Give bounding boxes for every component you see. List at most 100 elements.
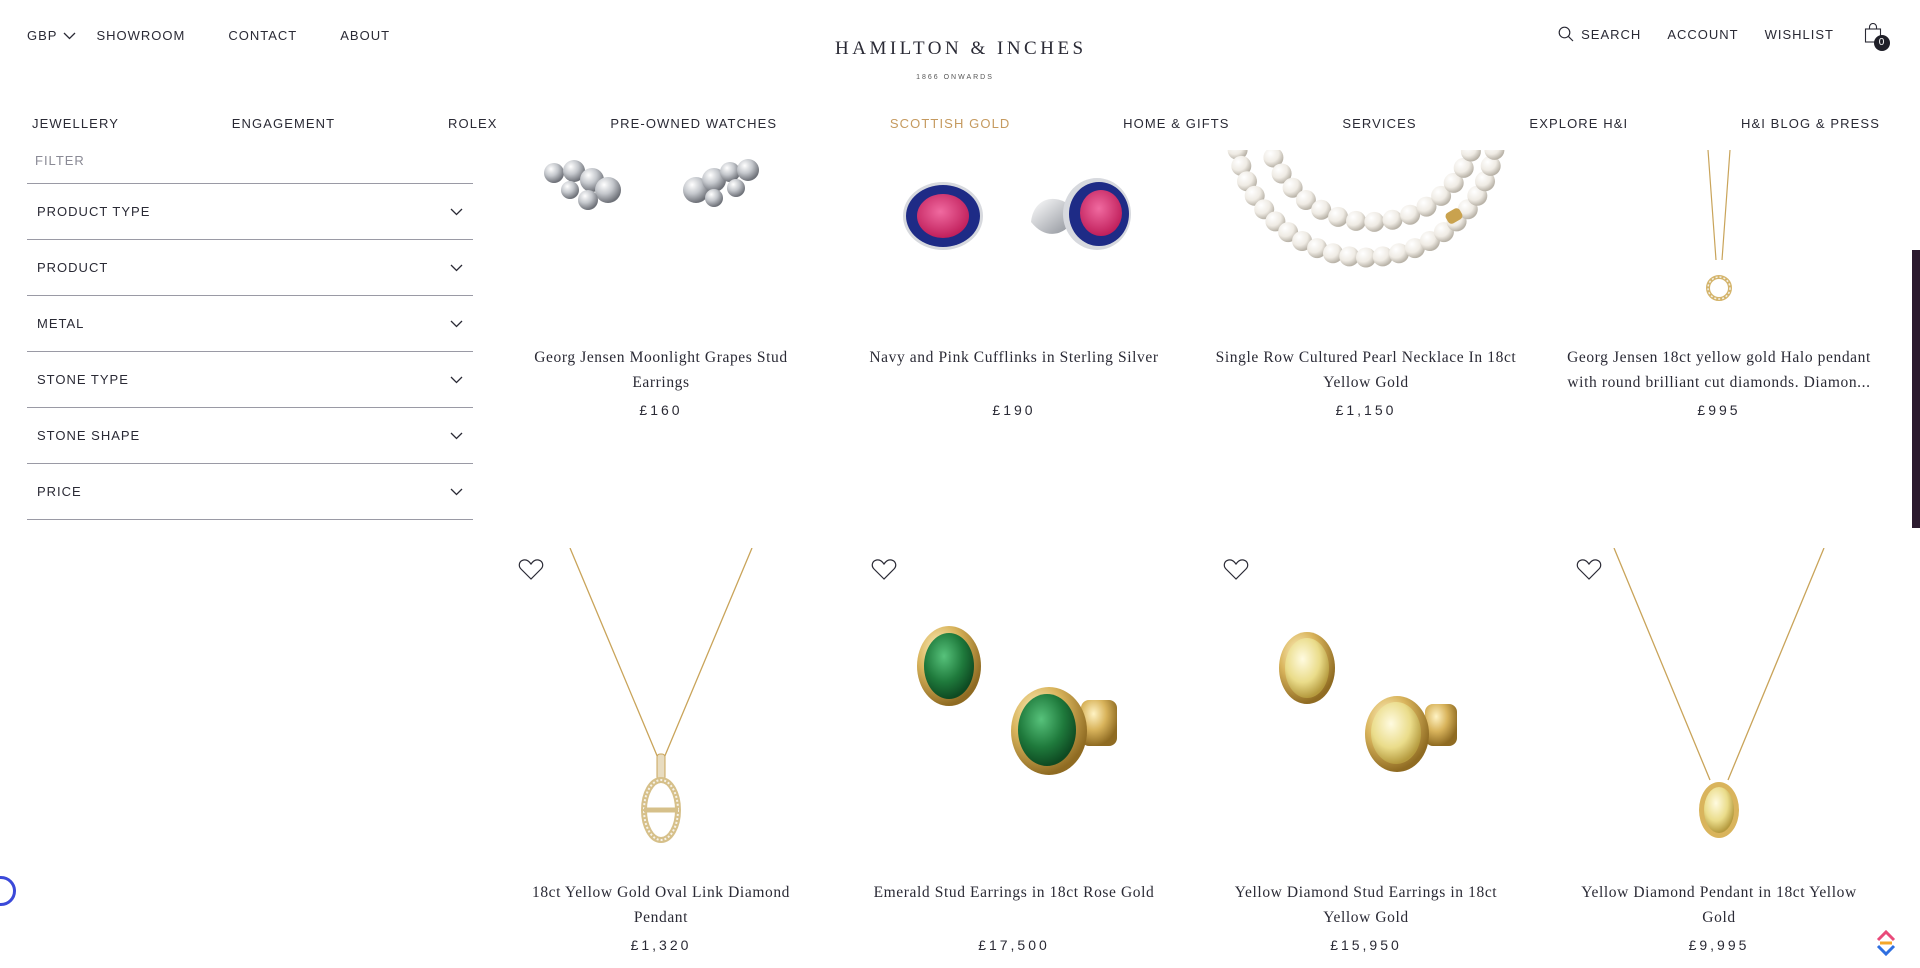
chat-widget-icon[interactable]: [0, 876, 16, 906]
pearl-bead: [1364, 211, 1385, 232]
product-image[interactable]: [1566, 548, 1872, 862]
account-links: SEARCH ACCOUNT WISHLIST 0: [1532, 22, 1890, 51]
product-card[interactable]: Yellow Diamond Pendant in 18ct Yellow Go…: [1566, 548, 1872, 953]
product-title[interactable]: Yellow Diamond Stud Earrings in 18ct Yel…: [1213, 880, 1519, 930]
pearl-bead: [1346, 210, 1366, 231]
brand-logo[interactable]: HAMILTON & INCHES 1866 ONWARDS: [835, 38, 1087, 81]
product-price: £1,150: [1335, 402, 1397, 418]
chevron-down-icon: [450, 320, 463, 327]
product-price: £17,500: [978, 937, 1050, 953]
product-title[interactable]: Single Row Cultured Pearl Necklace In 18…: [1213, 345, 1519, 395]
facet-product[interactable]: PRODUCT: [27, 240, 473, 296]
product-card[interactable]: Georg Jensen 18ct yellow gold Halo penda…: [1566, 150, 1872, 418]
enamel-cufflinks-image: [903, 178, 1131, 250]
product-price: £15,950: [1330, 937, 1402, 953]
about-link[interactable]: ABOUT: [340, 28, 390, 43]
currency-selector[interactable]: GBP: [27, 28, 76, 43]
facet-stone-type[interactable]: STONE TYPE: [27, 352, 473, 408]
oval-link-pendant-image: [569, 548, 753, 843]
product-image[interactable]: [1566, 150, 1872, 345]
cart-count-badge: 0: [1874, 35, 1890, 51]
yellow-diamond-studs-image: [1279, 632, 1457, 772]
search-label: SEARCH: [1581, 26, 1642, 42]
product-price: £190: [992, 402, 1036, 418]
chevron-down-icon: [64, 32, 76, 39]
nav-item-services[interactable]: SERVICES: [1342, 116, 1416, 131]
search-icon: [1558, 26, 1574, 42]
facet-label: METAL: [37, 316, 85, 331]
account-link[interactable]: ACCOUNT: [1667, 27, 1738, 42]
facet-product-type[interactable]: PRODUCT TYPE: [27, 184, 473, 240]
product-price: £9,995: [1688, 937, 1750, 953]
product-title[interactable]: Navy and Pink Cufflinks in Sterling Silv…: [861, 345, 1167, 395]
pearl-bead: [1328, 206, 1349, 227]
yellow-diamond-pendant-image: [1613, 548, 1825, 838]
facet-label: STONE TYPE: [37, 372, 129, 387]
product-image[interactable]: [1213, 150, 1519, 345]
facet-price[interactable]: PRICE: [27, 464, 473, 520]
search-button[interactable]: SEARCH: [1558, 26, 1641, 42]
product-price: £160: [639, 402, 683, 418]
showroom-link[interactable]: SHOWROOM: [96, 28, 185, 43]
chevron-down-icon: [450, 432, 463, 439]
nav-item-home-gifts[interactable]: HOME & GIFTS: [1123, 116, 1229, 131]
accessibility-widget-icon[interactable]: [1874, 928, 1898, 956]
contact-link[interactable]: CONTACT: [228, 28, 297, 43]
facet-stone-shape[interactable]: STONE SHAPE: [27, 408, 473, 464]
nav-item-rolex[interactable]: ROLEX: [448, 116, 498, 131]
nav-item-blog-press[interactable]: H&I BLOG & PRESS: [1741, 116, 1880, 131]
utility-links: GBP SHOWROOM CONTACT ABOUT: [27, 28, 433, 43]
nav-item-scottish-gold[interactable]: SCOTTISH GOLD: [890, 116, 1010, 131]
product-title[interactable]: Emerald Stud Earrings in 18ct Rose Gold: [861, 880, 1167, 930]
emerald-stud-earrings-image: [917, 626, 1117, 775]
product-title[interactable]: Georg Jensen 18ct yellow gold Halo penda…: [1566, 345, 1872, 395]
product-card[interactable]: Emerald Stud Earrings in 18ct Rose Gold …: [861, 548, 1167, 953]
nav-item-engagement[interactable]: ENGAGEMENT: [232, 116, 335, 131]
product-card[interactable]: Navy and Pink Cufflinks in Sterling Silv…: [861, 150, 1167, 418]
facet-metal[interactable]: METAL: [27, 296, 473, 352]
nav-item-pre-owned-watches[interactable]: PRE-OWNED WATCHES: [610, 116, 777, 131]
product-image[interactable]: [508, 150, 814, 345]
filter-heading: FILTER: [27, 150, 473, 184]
product-image[interactable]: [508, 548, 814, 862]
product-card[interactable]: 18ct Yellow Gold Oval Link Diamond Penda…: [508, 548, 814, 953]
product-image[interactable]: [861, 150, 1167, 345]
scrollbar-thumb[interactable]: [1912, 250, 1920, 528]
facet-label: PRICE: [37, 484, 82, 499]
chevron-down-icon: [450, 488, 463, 495]
pearl-bead: [1382, 209, 1403, 230]
product-image[interactable]: [861, 548, 1167, 862]
brand-tagline: 1866 ONWARDS: [916, 74, 994, 81]
facet-label: STONE SHAPE: [37, 428, 141, 443]
pearl-necklace-image: [1227, 150, 1505, 268]
product-price: £995: [1697, 402, 1741, 418]
chevron-down-icon: [450, 264, 463, 271]
wishlist-heart-icon[interactable]: [871, 558, 897, 581]
halo-pendant-image: [1706, 150, 1732, 301]
product-card[interactable]: Single Row Cultured Pearl Necklace In 18…: [1213, 150, 1519, 418]
nav-item-explore[interactable]: EXPLORE H&I: [1529, 116, 1628, 131]
wishlist-heart-icon[interactable]: [1576, 558, 1602, 581]
facet-label: PRODUCT TYPE: [37, 204, 151, 219]
wishlist-link[interactable]: WISHLIST: [1765, 27, 1834, 42]
product-image[interactable]: [1213, 548, 1519, 862]
chevron-down-icon: [450, 208, 463, 215]
product-title[interactable]: Georg Jensen Moonlight Grapes Stud Earri…: [508, 345, 814, 395]
product-price: £1,320: [630, 937, 692, 953]
product-card[interactable]: Georg Jensen Moonlight Grapes Stud Earri…: [508, 150, 814, 418]
nav-item-jewellery[interactable]: JEWELLERY: [32, 116, 119, 131]
wishlist-heart-icon[interactable]: [518, 558, 544, 581]
account-label: ACCOUNT: [1667, 26, 1739, 42]
brand-name: HAMILTON & INCHES: [835, 38, 1087, 59]
filter-sidebar: FILTER PRODUCT TYPE PRODUCT METAL STONE …: [27, 150, 473, 520]
top-bar: GBP SHOWROOM CONTACT ABOUT HAMILTON & IN…: [0, 0, 1920, 110]
product-title[interactable]: 18ct Yellow Gold Oval Link Diamond Penda…: [508, 880, 814, 930]
silver-grape-earrings-image: [544, 159, 759, 210]
facet-label: PRODUCT: [37, 260, 109, 275]
wishlist-label: WISHLIST: [1764, 26, 1834, 42]
product-title[interactable]: Yellow Diamond Pendant in 18ct Yellow Go…: [1566, 880, 1872, 930]
currency-label: GBP: [27, 28, 58, 43]
wishlist-heart-icon[interactable]: [1223, 558, 1249, 581]
cart-button[interactable]: 0: [1864, 22, 1890, 51]
product-card[interactable]: Yellow Diamond Stud Earrings in 18ct Yel…: [1213, 548, 1519, 953]
